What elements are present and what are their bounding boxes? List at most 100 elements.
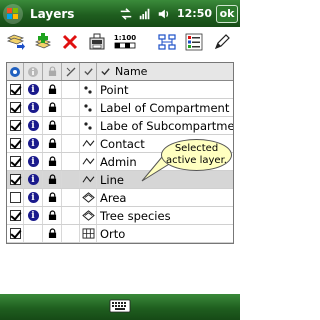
info-cell[interactable]: i — [24, 171, 43, 188]
info-cell[interactable]: i — [24, 153, 43, 170]
visibility-checkbox[interactable] — [9, 156, 21, 167]
layer-name[interactable]: Label of Compartment — [97, 99, 233, 116]
header-lock[interactable] — [43, 63, 62, 80]
lock-cell[interactable] — [43, 153, 62, 170]
info-icon[interactable]: i — [27, 138, 39, 149]
visibility-cell[interactable] — [7, 207, 24, 224]
lock-cell[interactable] — [43, 135, 62, 152]
list-button[interactable] — [183, 31, 205, 53]
layer-name[interactable]: Tree species — [97, 207, 233, 224]
lock-cell[interactable] — [43, 117, 62, 134]
visibility-checkbox[interactable] — [9, 174, 21, 185]
visibility-cell[interactable] — [7, 117, 24, 134]
snap-cell[interactable] — [62, 81, 80, 98]
info-cell[interactable]: i — [24, 207, 43, 224]
snap-cell[interactable] — [62, 135, 80, 152]
info-cell[interactable]: i — [24, 99, 43, 116]
visibility-cell[interactable] — [7, 135, 24, 152]
title-bar: Layers 12:50 ok — [0, 0, 240, 27]
header-type[interactable] — [80, 63, 97, 80]
header-info[interactable] — [24, 63, 43, 80]
lock-icon[interactable] — [48, 156, 57, 167]
snap-cell[interactable] — [62, 99, 80, 116]
lock-icon[interactable] — [48, 102, 57, 113]
info-icon[interactable]: i — [27, 120, 39, 131]
info-icon[interactable]: i — [27, 156, 39, 167]
edit-button[interactable] — [211, 31, 233, 53]
info-icon[interactable]: i — [27, 174, 39, 185]
connectivity-icon[interactable] — [118, 6, 134, 22]
lock-cell[interactable] — [43, 207, 62, 224]
visibility-checkbox[interactable] — [9, 138, 21, 149]
start-menu-icon[interactable] — [2, 3, 24, 25]
status-area: 12:50 ok — [118, 4, 240, 23]
ok-button[interactable]: ok — [216, 4, 238, 23]
visibility-checkbox[interactable] — [9, 84, 21, 95]
layer-tree-button[interactable] — [156, 31, 178, 53]
layer-name[interactable]: Labe of Subcompartmer — [97, 117, 233, 134]
scale-button[interactable]: 1:100 — [113, 31, 137, 53]
snap-cell[interactable] — [62, 189, 80, 206]
visibility-cell[interactable] — [7, 153, 24, 170]
volume-icon[interactable] — [156, 6, 172, 22]
table-row[interactable]: i Labe of Subcompartmer — [7, 117, 233, 135]
signal-icon[interactable] — [137, 6, 153, 22]
lock-icon[interactable] — [48, 210, 57, 221]
table-row[interactable]: i Tree species — [7, 207, 233, 225]
visibility-cell[interactable] — [7, 189, 24, 206]
layer-open-button[interactable] — [5, 31, 27, 53]
snap-cell[interactable] — [62, 225, 80, 242]
info-icon[interactable]: i — [27, 192, 39, 203]
lock-icon[interactable] — [48, 120, 57, 131]
layer-name[interactable]: Orto — [97, 225, 233, 242]
visibility-checkbox[interactable] — [9, 228, 21, 239]
table-row[interactable]: i Line — [7, 171, 233, 189]
header-name[interactable]: Name — [97, 63, 233, 80]
visibility-checkbox[interactable] — [9, 102, 21, 113]
snap-cell[interactable] — [62, 153, 80, 170]
info-cell[interactable]: i — [24, 117, 43, 134]
lock-icon[interactable] — [48, 138, 57, 149]
visibility-checkbox[interactable] — [9, 210, 21, 221]
lock-cell[interactable] — [43, 225, 62, 242]
snap-cell[interactable] — [62, 207, 80, 224]
add-layer-button[interactable] — [32, 31, 54, 53]
info-icon[interactable]: i — [27, 102, 39, 113]
lock-cell[interactable] — [43, 81, 62, 98]
visibility-cell[interactable] — [7, 99, 24, 116]
layer-name[interactable]: Point — [97, 81, 233, 98]
lock-icon[interactable] — [48, 174, 57, 185]
header-snap[interactable] — [62, 63, 80, 80]
info-cell[interactable] — [24, 225, 43, 242]
snap-cell[interactable] — [62, 171, 80, 188]
visibility-cell[interactable] — [7, 81, 24, 98]
table-row[interactable]: i Area — [7, 189, 233, 207]
table-row[interactable]: i Label of Compartment — [7, 99, 233, 117]
table-row[interactable]: Orto — [7, 225, 233, 243]
info-cell[interactable]: i — [24, 135, 43, 152]
lock-icon[interactable] — [48, 84, 57, 95]
info-icon[interactable]: i — [27, 84, 39, 95]
clock[interactable]: 12:50 — [177, 7, 212, 20]
keyboard-icon[interactable] — [109, 298, 131, 317]
snap-cell[interactable] — [62, 117, 80, 134]
lock-cell[interactable] — [43, 171, 62, 188]
table-row[interactable]: i Point — [7, 81, 233, 99]
lock-cell[interactable] — [43, 189, 62, 206]
checkmark-header-icon — [101, 68, 110, 76]
info-cell[interactable]: i — [24, 81, 43, 98]
info-icon[interactable]: i — [27, 210, 39, 221]
header-visible[interactable] — [7, 63, 24, 80]
lock-icon[interactable] — [48, 228, 57, 239]
visibility-checkbox[interactable] — [9, 120, 21, 131]
lock-cell[interactable] — [43, 99, 62, 116]
visibility-cell[interactable] — [7, 171, 24, 188]
visibility-checkbox[interactable] — [9, 192, 21, 203]
delete-layer-button[interactable] — [59, 31, 81, 53]
visibility-cell[interactable] — [7, 225, 24, 242]
lock-icon[interactable] — [48, 192, 57, 203]
layer-properties-button[interactable] — [86, 31, 108, 53]
layer-type-cell — [80, 153, 97, 170]
layer-name[interactable]: Area — [97, 189, 233, 206]
info-cell[interactable]: i — [24, 189, 43, 206]
